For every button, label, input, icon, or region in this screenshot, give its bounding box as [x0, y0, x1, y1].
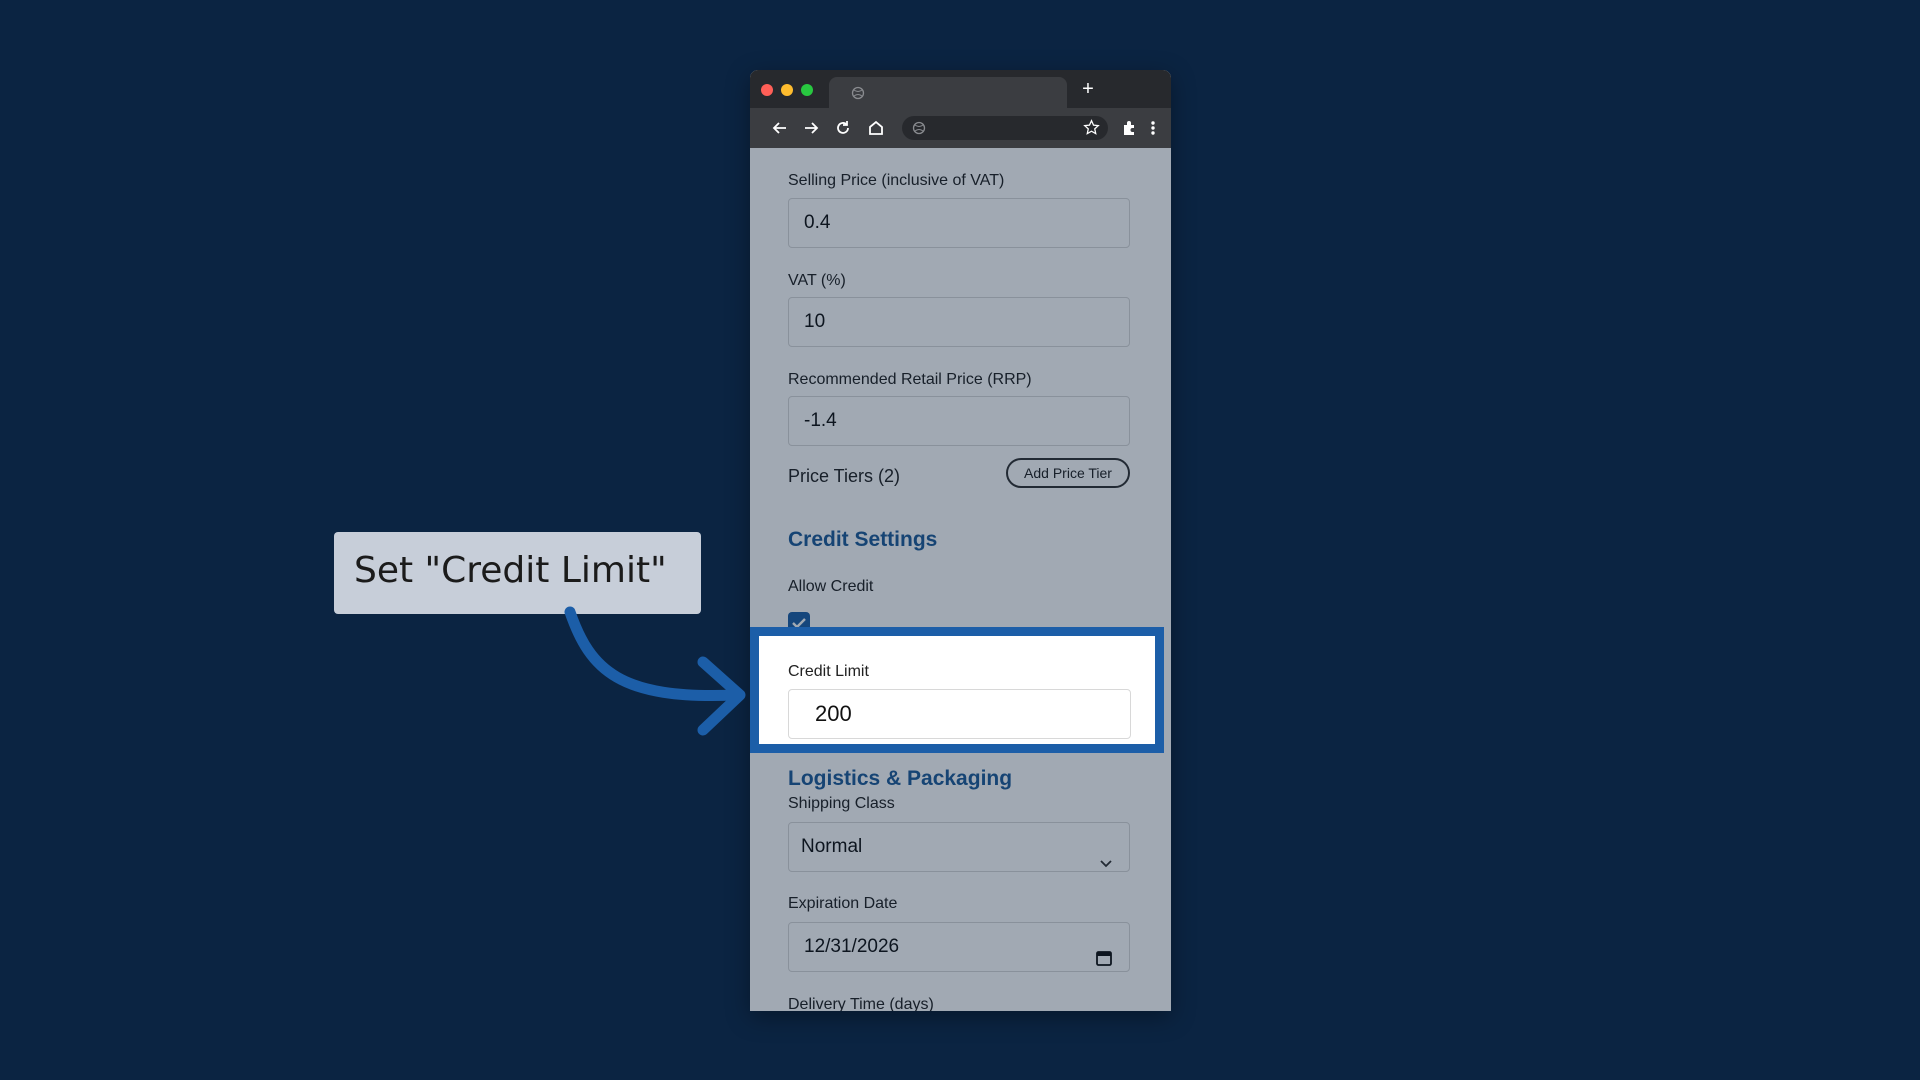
- price-tiers-label: Price Tiers (2): [788, 466, 901, 486]
- credit-settings-title: Credit Settings: [788, 528, 938, 551]
- calendar-icon[interactable]: [1095, 938, 1113, 986]
- credit-limit-highlight: Credit Limit 200: [750, 627, 1164, 753]
- menu-icon[interactable]: [1148, 118, 1168, 138]
- delivery-time-label: Delivery Time (days): [788, 996, 934, 1011]
- address-bar[interactable]: [902, 116, 1108, 140]
- expiration-date-input[interactable]: 12/31/2026: [788, 922, 1130, 972]
- allow-credit-label: Allow Credit: [788, 578, 874, 595]
- callout-arrow-icon: [564, 606, 746, 736]
- rrp-input[interactable]: -1.4: [788, 396, 1130, 446]
- logistics-title: Logistics & Packaging: [788, 767, 1013, 790]
- close-window-button[interactable]: [761, 84, 773, 96]
- new-tab-button[interactable]: +: [1077, 78, 1099, 100]
- page-content: Selling Price (inclusive of VAT) 0.4 VAT…: [750, 148, 1171, 1011]
- back-icon[interactable]: [770, 118, 790, 138]
- vat-label: VAT (%): [788, 272, 846, 289]
- credit-limit-label: Credit Limit: [788, 663, 869, 680]
- star-icon[interactable]: [1083, 119, 1100, 141]
- add-price-tier-button[interactable]: Add Price Tier: [1006, 458, 1130, 488]
- tab-bar: +: [750, 70, 1171, 108]
- forward-icon[interactable]: [801, 118, 821, 138]
- reload-icon[interactable]: [833, 118, 853, 138]
- globe-icon: [851, 86, 865, 105]
- minimize-window-button[interactable]: [781, 84, 793, 96]
- selling-price-input[interactable]: 0.4: [788, 198, 1130, 248]
- extensions-icon[interactable]: [1120, 118, 1140, 138]
- credit-limit-input[interactable]: 200: [788, 689, 1131, 739]
- rrp-label: Recommended Retail Price (RRP): [788, 371, 1032, 388]
- expiration-date-value: 12/31/2026: [804, 936, 900, 957]
- maximize-window-button[interactable]: [801, 84, 813, 96]
- browser-tab[interactable]: [829, 77, 1067, 108]
- browser-toolbar: [750, 108, 1171, 148]
- selling-price-label: Selling Price (inclusive of VAT): [788, 172, 1005, 189]
- shipping-class-label: Shipping Class: [788, 795, 895, 812]
- browser-window: + Selling Price (inclusive of VAT) 0.4 V…: [750, 70, 1171, 1011]
- expiration-date-label: Expiration Date: [788, 895, 898, 912]
- home-icon[interactable]: [866, 118, 886, 138]
- shipping-class-value: Normal: [801, 836, 863, 857]
- site-info-icon[interactable]: [912, 121, 926, 140]
- callout-text: Set "Credit Limit": [354, 550, 667, 591]
- chevron-down-icon: [1099, 841, 1113, 889]
- vat-input[interactable]: 10: [788, 297, 1130, 347]
- shipping-class-select[interactable]: Normal: [788, 822, 1130, 872]
